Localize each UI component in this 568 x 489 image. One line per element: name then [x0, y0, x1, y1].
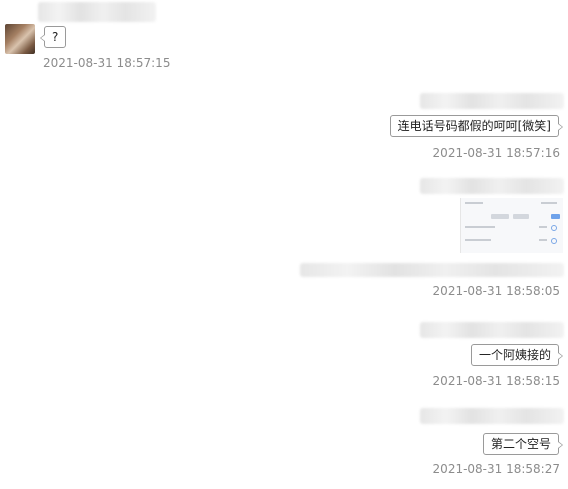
- message-timestamp-2: 2021-08-31 18:57:16: [432, 146, 560, 160]
- status-bar: [465, 202, 483, 204]
- message-bubble-2[interactable]: 连电话号码都假的呵呵[微笑]: [389, 115, 564, 137]
- phone-screenshot-image[interactable]: [460, 198, 563, 253]
- sender-name-redacted: [38, 2, 156, 22]
- message-timestamp-5: 2021-08-31 18:58:27: [432, 462, 560, 476]
- message-bubble-4[interactable]: 一个阿姨接的: [470, 344, 564, 366]
- sender-name-redacted: [420, 93, 564, 109]
- screenshot-tab: [491, 214, 509, 219]
- message-bubble-1[interactable]: ?: [39, 26, 67, 48]
- screenshot-tab: [513, 214, 529, 219]
- message-timestamp-4: 2021-08-31 18:58:15: [432, 374, 560, 388]
- info-icon: [551, 225, 557, 231]
- screenshot-row: [465, 239, 491, 241]
- user-avatar[interactable]: [5, 24, 35, 54]
- screenshot-button: [551, 214, 560, 219]
- message-bubble-5[interactable]: 第二个空号: [482, 433, 564, 455]
- screenshot-row: [539, 239, 547, 241]
- message-timestamp-3: 2021-08-31 18:58:05: [432, 284, 560, 298]
- sender-name-redacted: [420, 322, 564, 338]
- sender-name-redacted: [420, 178, 564, 194]
- screenshot-row: [539, 226, 547, 228]
- status-bar: [541, 202, 557, 204]
- message-timestamp-1: 2021-08-31 18:57:15: [43, 56, 171, 70]
- image-caption-redacted: [300, 263, 564, 277]
- info-icon: [551, 238, 557, 244]
- sender-name-redacted: [420, 408, 564, 424]
- screenshot-row: [465, 226, 495, 228]
